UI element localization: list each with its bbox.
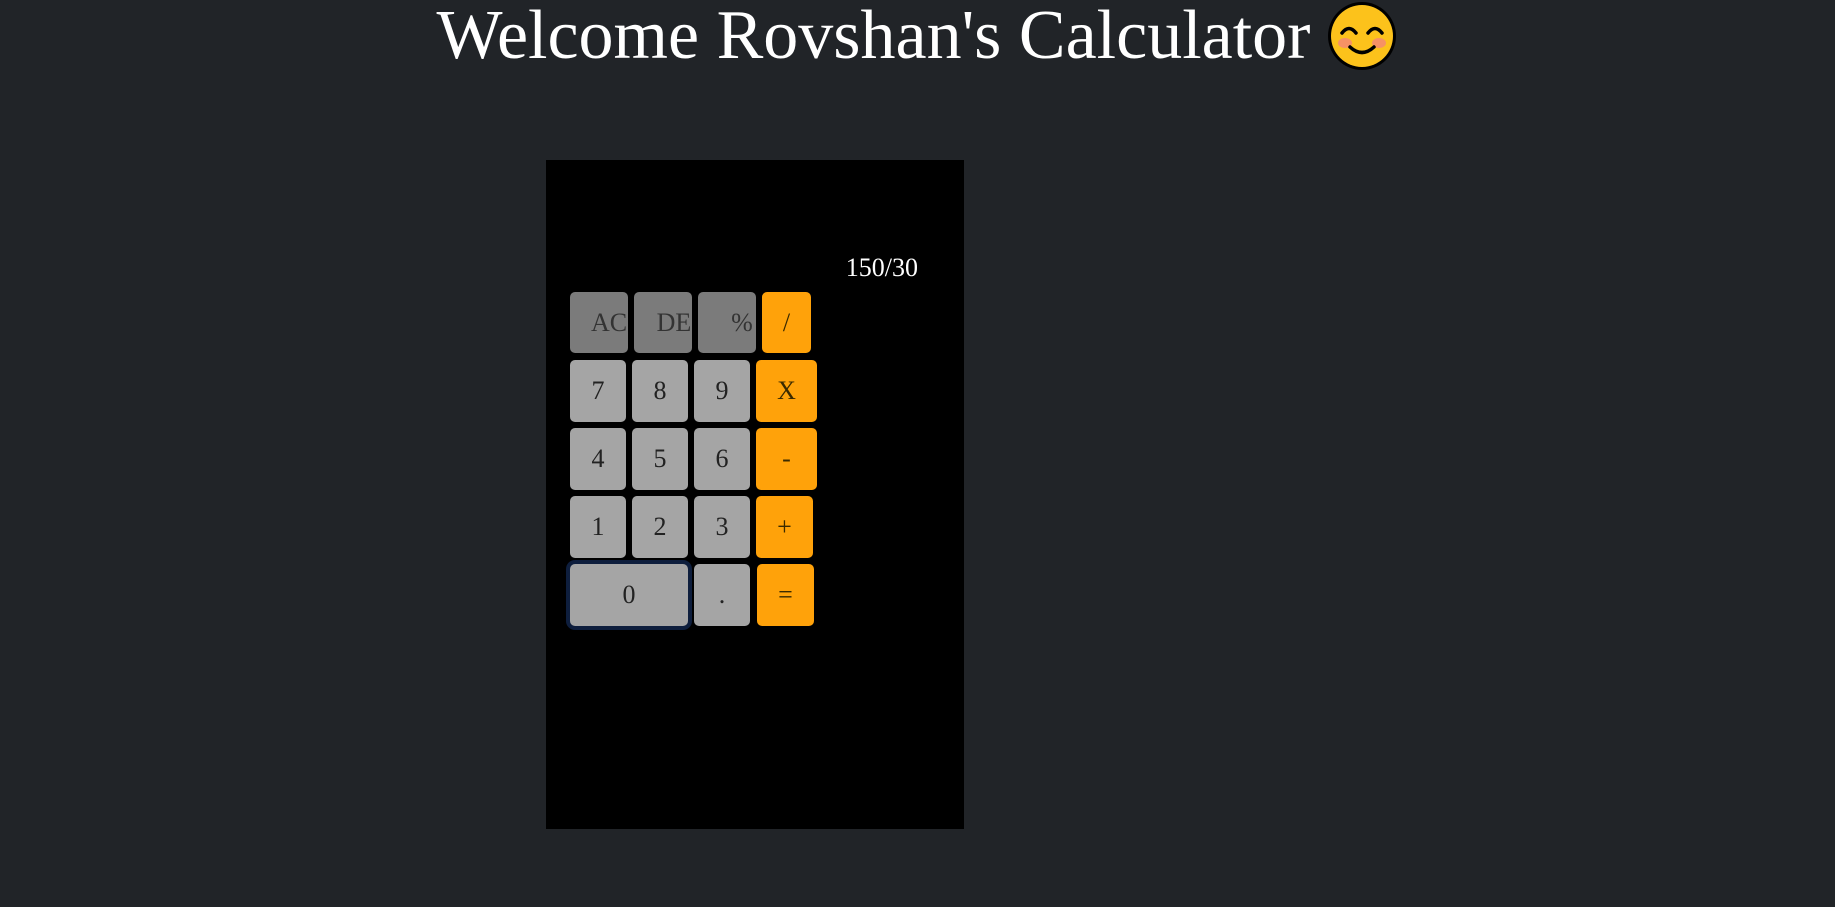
- page-title-text: Welcome Rovshan's Calculator: [436, 0, 1311, 74]
- four-button[interactable]: 4: [570, 428, 626, 490]
- six-button[interactable]: 6: [694, 428, 750, 490]
- calculator: 150/30 AC DE % / 7 8 9 X 4 5 6 - 1 2 3 +…: [546, 160, 964, 829]
- seven-button[interactable]: 7: [570, 360, 626, 422]
- eight-button[interactable]: 8: [632, 360, 688, 422]
- zero-button[interactable]: 0: [570, 564, 688, 626]
- two-button[interactable]: 2: [632, 496, 688, 558]
- one-button[interactable]: 1: [570, 496, 626, 558]
- delete-button[interactable]: DE: [634, 292, 692, 353]
- calculator-display: 150/30: [845, 253, 918, 282]
- all-clear-button[interactable]: AC: [570, 292, 628, 353]
- five-button[interactable]: 5: [632, 428, 688, 490]
- equals-button[interactable]: =: [757, 564, 814, 626]
- page-title: Welcome Rovshan's Calculator: [0, 0, 1835, 72]
- smiling-face-icon: [1326, 0, 1398, 72]
- three-button[interactable]: 3: [694, 496, 750, 558]
- decimal-button[interactable]: .: [694, 564, 750, 626]
- multiply-button[interactable]: X: [756, 360, 817, 422]
- percent-button[interactable]: %: [698, 292, 756, 353]
- nine-button[interactable]: 9: [694, 360, 750, 422]
- minus-button[interactable]: -: [756, 428, 817, 490]
- divide-button[interactable]: /: [762, 292, 811, 353]
- plus-button[interactable]: +: [756, 496, 813, 558]
